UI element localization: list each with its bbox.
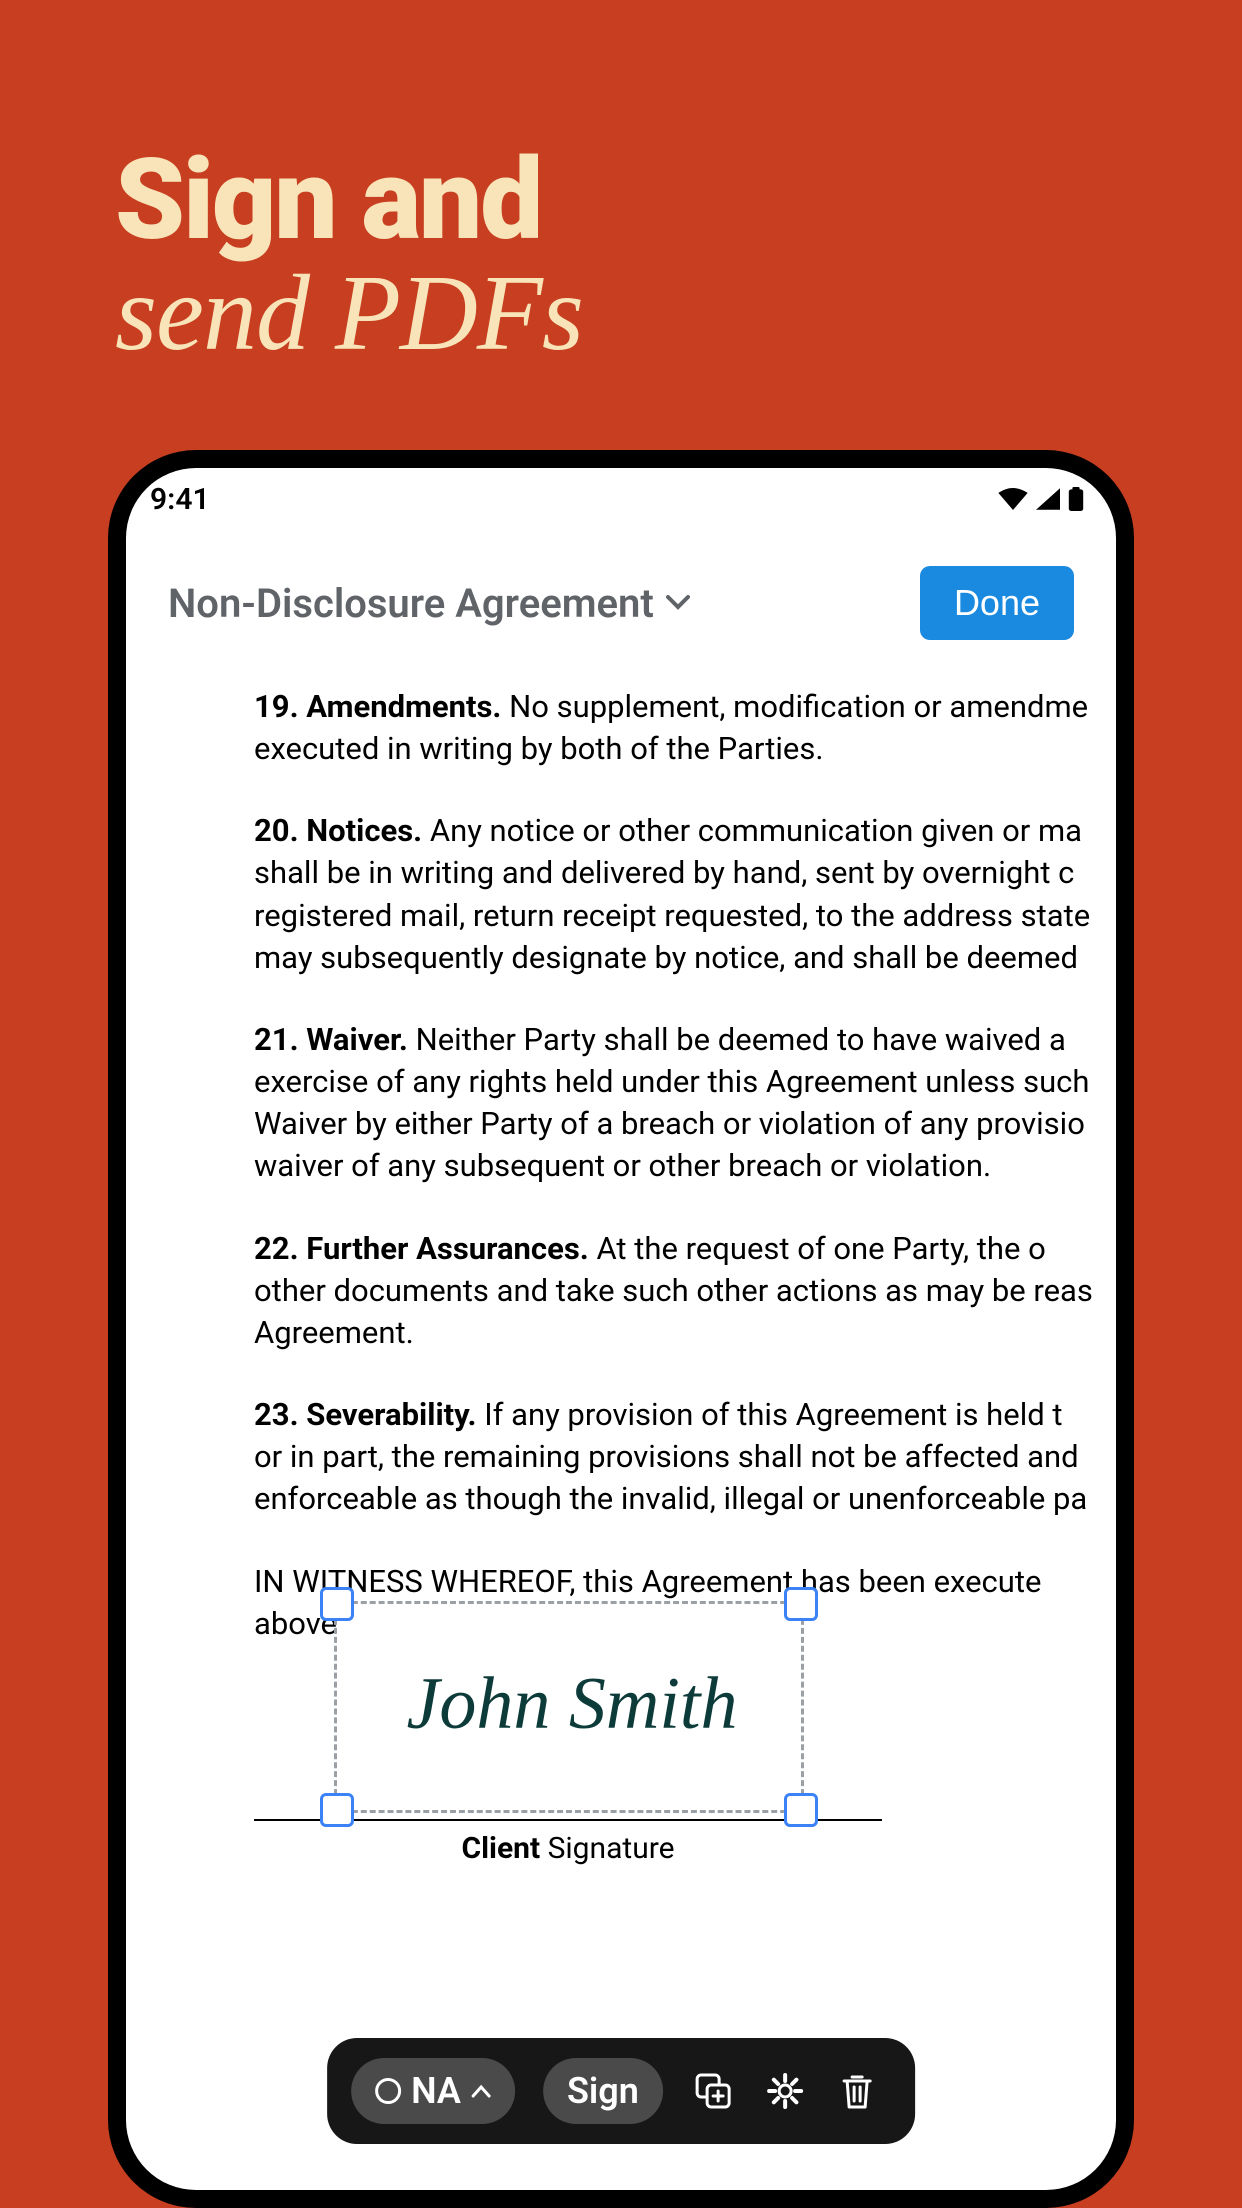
settings-button[interactable]: [763, 2069, 807, 2113]
marketing-headline: Sign and send PDFs: [115, 145, 583, 370]
section-21: 21. Waiver. Neither Party shall be deeme…: [254, 1019, 1116, 1188]
document-title-dropdown[interactable]: Non-Disclosure Agreement: [168, 580, 690, 627]
resize-handle-bottom-right[interactable]: [784, 1793, 818, 1827]
phone-frame: 9:41 Non-Disclosure Agreement Done 19. A…: [108, 450, 1134, 2208]
duplicate-button[interactable]: [691, 2069, 735, 2113]
marketing-line-2: send PDFs: [115, 257, 583, 370]
sign-label: Sign: [567, 2070, 639, 2112]
annotation-type-label: NA: [411, 2070, 461, 2112]
done-button[interactable]: Done: [920, 566, 1074, 640]
resize-handle-top-left[interactable]: [320, 1587, 354, 1621]
trash-icon: [838, 2071, 876, 2111]
circle-icon: [375, 2078, 401, 2104]
wifi-icon: [998, 488, 1028, 510]
section-19: 19. Amendments. No supplement, modificat…: [254, 686, 1116, 770]
sign-button[interactable]: Sign: [543, 2058, 663, 2124]
status-bar: 9:41: [126, 468, 1116, 530]
phone-screen: 9:41 Non-Disclosure Agreement Done 19. A…: [126, 468, 1116, 2190]
chevron-down-icon: [666, 595, 690, 611]
resize-handle-top-right[interactable]: [784, 1587, 818, 1621]
gear-icon: [765, 2071, 805, 2111]
status-time: 9:41: [150, 482, 210, 517]
section-20: 20. Notices. Any notice or other communi…: [254, 810, 1116, 979]
signature-label: Client Signature: [254, 1831, 882, 1866]
app-header: Non-Disclosure Agreement Done: [126, 566, 1116, 640]
resize-handle-bottom-left[interactable]: [320, 1793, 354, 1827]
cellular-icon: [1036, 488, 1060, 510]
status-icons: [998, 487, 1084, 511]
duplicate-icon: [693, 2071, 733, 2111]
chevron-up-icon: [471, 2084, 491, 2098]
marketing-line-1: Sign and: [115, 145, 583, 257]
document-content[interactable]: 19. Amendments. No supplement, modificat…: [126, 686, 1116, 1685]
document-title: Non-Disclosure Agreement: [168, 580, 654, 627]
battery-icon: [1068, 487, 1084, 511]
section-23: 23. Severability. If any provision of th…: [254, 1394, 1116, 1520]
signature-toolbar: NA Sign: [327, 2038, 915, 2144]
delete-button[interactable]: [835, 2069, 879, 2113]
signature-selection-box[interactable]: John Smith: [334, 1601, 804, 1813]
signature-handwriting[interactable]: John Smith: [337, 1662, 807, 1747]
section-22: 22. Further Assurances. At the request o…: [254, 1228, 1116, 1354]
annotation-type-pill[interactable]: NA: [351, 2058, 515, 2124]
